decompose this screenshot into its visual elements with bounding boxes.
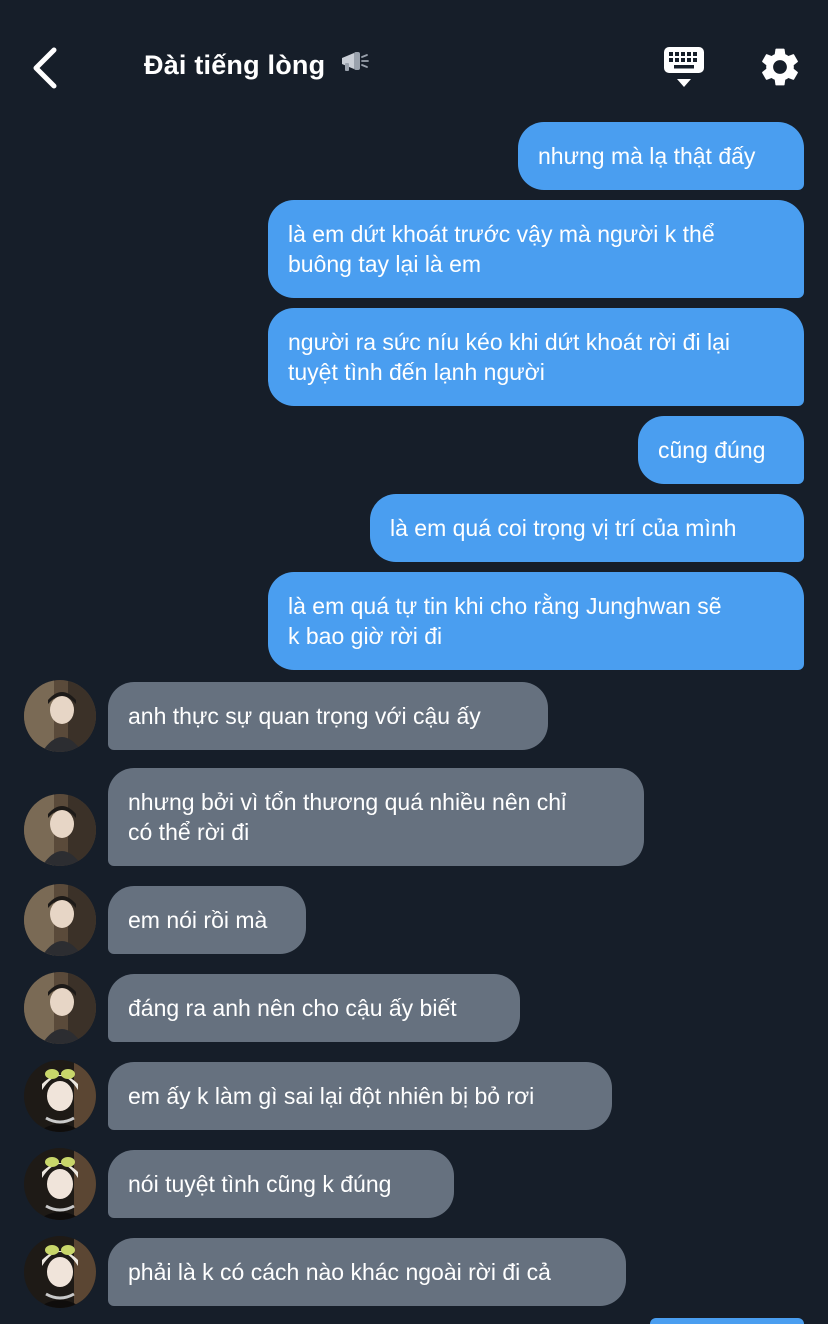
keyboard-icon (664, 47, 704, 87)
avatar[interactable] (24, 1148, 96, 1220)
incoming-message[interactable]: em ấy k làm gì sai lại đột nhiên bị bỏ r… (108, 1062, 612, 1130)
outgoing-message[interactable]: là em dứt khoát trước vậy mà người k thể… (268, 200, 804, 298)
megaphone-icon (339, 48, 369, 81)
outgoing-message[interactable]: là em quá coi trọng vị trí của mình (370, 494, 804, 562)
outgoing-message[interactable]: người ra sức níu kéo khi dứt khoát rời đ… (268, 308, 804, 406)
incoming-message[interactable]: nói tuyệt tình cũng k đúng (108, 1150, 454, 1218)
incoming-message[interactable]: nhưng bởi vì tổn thương quá nhiều nên ch… (108, 768, 644, 866)
gear-icon (762, 48, 798, 86)
avatar[interactable] (24, 1236, 96, 1308)
avatar[interactable] (24, 884, 96, 956)
incoming-message[interactable]: đáng ra anh nên cho cậu ấy biết (108, 974, 520, 1042)
chat-header: Đài tiếng lòng (0, 0, 828, 120)
outgoing-message[interactable]: nhưng mà lạ thật đấy (518, 122, 804, 190)
chat-title: Đài tiếng lòng (144, 50, 369, 83)
outgoing-message[interactable]: cũng đúng (638, 416, 804, 484)
back-button[interactable] (28, 44, 68, 92)
chat-title-text: Đài tiếng lòng (144, 50, 326, 80)
avatar[interactable] (24, 794, 96, 866)
incoming-message[interactable]: anh thực sự quan trọng với cậu ấy (108, 682, 548, 750)
avatar[interactable] (24, 1060, 96, 1132)
incoming-message[interactable]: em nói rồi mà (108, 886, 306, 954)
keyboard-toggle-button[interactable] (660, 44, 708, 92)
avatar[interactable] (24, 972, 96, 1044)
outgoing-message-partial (650, 1318, 804, 1324)
incoming-message[interactable]: phải là k có cách nào khác ngoài rời đi … (108, 1238, 626, 1306)
chevron-left-icon (33, 47, 57, 89)
outgoing-message[interactable]: là em quá tự tin khi cho rằng Junghwan s… (268, 572, 804, 670)
settings-button[interactable] (757, 44, 803, 90)
avatar[interactable] (24, 680, 96, 752)
